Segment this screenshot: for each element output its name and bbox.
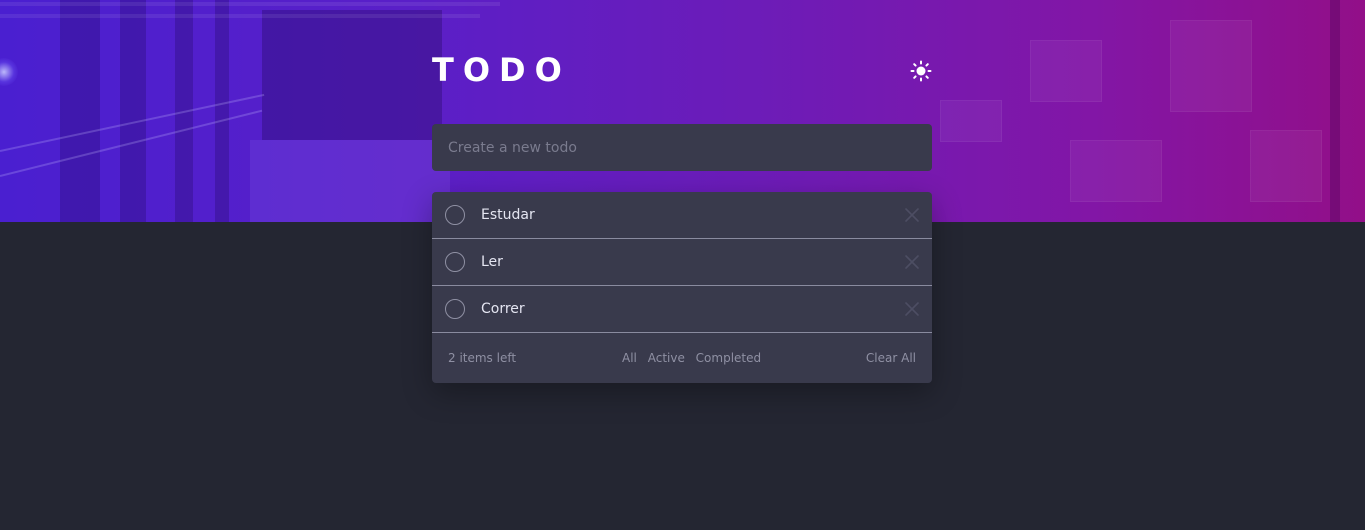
app-header: TODO: [432, 50, 932, 90]
items-left-count: 2 items left: [448, 351, 517, 365]
todo-checkbox[interactable]: [445, 299, 465, 319]
new-todo-input[interactable]: [432, 124, 932, 171]
hero-doorway: [262, 10, 442, 140]
hero-pillar: [120, 0, 146, 222]
todo-item: Correr: [432, 286, 932, 333]
filter-all[interactable]: All: [622, 351, 637, 365]
hero-background: [0, 0, 1365, 222]
filter-completed[interactable]: Completed: [696, 351, 761, 365]
todo-item: Estudar: [432, 192, 932, 239]
hero-wall-block: [1070, 140, 1162, 202]
filter-group: All Active Completed: [622, 333, 768, 383]
hero-wall-block: [1030, 40, 1102, 102]
hero-pillar: [1330, 0, 1340, 222]
hero-beam: [0, 14, 480, 18]
todo-label[interactable]: Correr: [481, 286, 525, 332]
todo-label[interactable]: Ler: [481, 239, 503, 285]
new-todo-field[interactable]: [432, 124, 932, 171]
hero-wall-block: [1250, 130, 1322, 202]
todo-checkbox[interactable]: [445, 252, 465, 272]
hero-pillar: [60, 0, 100, 222]
todo-checkbox[interactable]: [445, 205, 465, 225]
close-icon[interactable]: [904, 301, 920, 317]
hero-light: [0, 58, 18, 86]
hero-floor: [250, 140, 450, 222]
todo-label[interactable]: Estudar: [481, 192, 535, 238]
sun-icon[interactable]: [910, 60, 932, 82]
filter-active[interactable]: Active: [648, 351, 685, 365]
close-icon[interactable]: [904, 207, 920, 223]
todo-footer: 2 items left All Active Completed Clear …: [432, 333, 932, 383]
todo-list: Estudar Ler Correr 2 items left All Acti…: [432, 192, 932, 383]
hero-wall-block: [940, 100, 1002, 142]
todo-item: Ler: [432, 239, 932, 286]
clear-all-button[interactable]: Clear All: [866, 333, 916, 383]
hero-pillar: [215, 0, 229, 222]
app-title: TODO: [432, 51, 571, 89]
hero-beam: [0, 2, 500, 6]
close-icon[interactable]: [904, 254, 920, 270]
hero-wall-block: [1170, 20, 1252, 112]
